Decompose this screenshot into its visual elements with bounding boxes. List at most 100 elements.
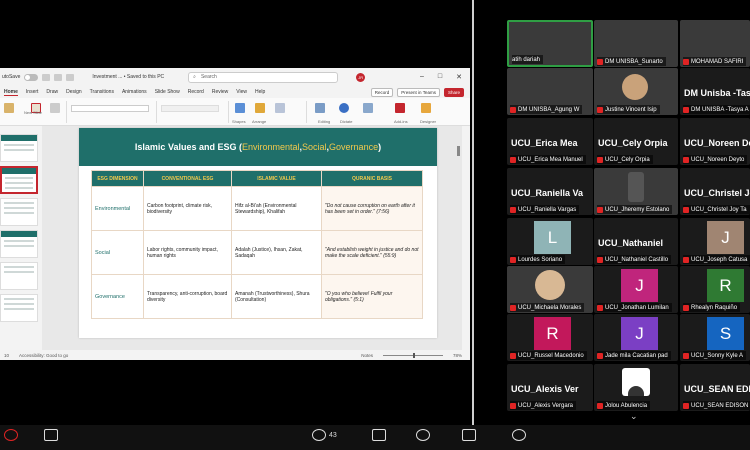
tab-view[interactable]: View	[236, 89, 247, 95]
tab-draw[interactable]: Draw	[46, 89, 58, 95]
redo-icon[interactable]	[66, 73, 75, 81]
participant-tile[interactable]: UCU_Noreen De UCU_Noreen Deyto	[680, 118, 750, 165]
participant-name-label: UCU_Sonny Kyle A	[683, 351, 747, 360]
record-button[interactable]: Record	[370, 87, 394, 97]
video-button[interactable]	[44, 429, 58, 441]
tab-transitions[interactable]: Transitions	[90, 89, 114, 95]
slide-thumbnail[interactable]	[0, 294, 38, 322]
participant-name: UCU_Michaela Morales	[518, 304, 582, 311]
undo-icon[interactable]	[54, 73, 63, 81]
tab-record[interactable]: Record	[188, 89, 204, 95]
tab-animations[interactable]: Animations	[122, 89, 147, 95]
participant-name: MOHAMAD SAFIRI	[691, 58, 744, 65]
participant-name: UCU_Russel Macedonio	[518, 352, 584, 359]
font-controls[interactable]	[70, 101, 150, 115]
cell-conventional: Transparency, anti-corruption, board div…	[143, 274, 232, 319]
close-icon[interactable]: ✕	[456, 73, 462, 81]
participant-tile[interactable]: UCU_SEAN EDIS UCU_SEAN EDISON	[680, 364, 750, 411]
more-button[interactable]	[512, 429, 526, 441]
slide-thumbnail[interactable]	[0, 262, 38, 290]
participant-tile[interactable]: R Rhealyn Raquiño	[680, 266, 750, 313]
tab-review[interactable]: Review	[212, 89, 228, 95]
autosave-toggle[interactable]	[24, 73, 39, 81]
default-avatar-icon	[622, 368, 650, 396]
addins-button[interactable]	[392, 101, 408, 115]
tab-slide-show[interactable]: Slide Show	[155, 89, 180, 95]
participant-tile[interactable]: J UCU_Joseph Catusa	[680, 218, 750, 265]
sensitivity-button[interactable]	[360, 101, 376, 115]
slide-canvas: Islamic Values and ESG (Environmental, S…	[42, 126, 462, 350]
participant-tile[interactable]: DM UNISBA_Agung W	[507, 68, 593, 115]
editing-button[interactable]	[312, 101, 328, 115]
paste-button[interactable]	[2, 101, 16, 115]
participant-tile[interactable]: J Jade mila Cacatian pad	[594, 314, 678, 361]
cell-islamic: Hifz al-Bi'ah (Environmental Stewardship…	[231, 186, 322, 231]
participant-name-label: DM UNISBA_Sunarto	[597, 57, 666, 66]
account-avatar[interactable]: JR	[356, 72, 366, 82]
participant-tile[interactable]: S UCU_Sonny Kyle A	[680, 314, 750, 361]
cell-dimension: Governance	[91, 274, 144, 319]
esg-table: ESG DIMENSION CONVENTIONAL ESG ISLAMIC V…	[91, 170, 423, 319]
participant-tile[interactable]: MOHAMAD SAFIRI	[680, 20, 750, 67]
participant-tile[interactable]: DM UNISBA_Sunarto	[594, 20, 678, 67]
shapes-button[interactable]	[232, 101, 248, 115]
share-button[interactable]: Share	[443, 87, 464, 97]
participant-name-label: Jade mila Cacatian pad	[597, 351, 671, 360]
share-screen-button[interactable]	[462, 429, 476, 441]
slide[interactable]: Islamic Values and ESG (Environmental, S…	[79, 128, 437, 338]
participant-tile[interactable]: R UCU_Russel Macedonio	[507, 314, 593, 361]
participant-tile[interactable]: L Lourdes Soriano	[507, 218, 593, 265]
designer-button[interactable]	[418, 101, 434, 115]
header-islamic-value: ISLAMIC VALUE	[231, 170, 322, 187]
present-in-teams-button[interactable]: Present in Teams	[397, 87, 440, 97]
accessibility-status[interactable]: Accessibility: Good to go	[19, 353, 68, 358]
tab-design[interactable]: Design	[66, 89, 82, 95]
tab-insert[interactable]: Insert	[26, 89, 39, 95]
slide-thumbnail-selected[interactable]	[0, 166, 38, 194]
participant-tile[interactable]: UCU_Nathaniel UCU_Nathaniel Castillo	[594, 218, 678, 265]
participant-name: Lourdes Soriano	[518, 256, 563, 263]
search-input[interactable]: ⌕ Search	[188, 71, 339, 83]
participant-name: UCU_Jheremy Estolano	[605, 206, 670, 213]
participant-tile[interactable]: J UCU_Jonathan Lumilan	[594, 266, 678, 313]
participant-tile[interactable]: UCU_Erica Mea UCU_Erica Mea Manuel	[507, 118, 593, 165]
tab-home[interactable]: Home	[4, 89, 18, 96]
participant-tile[interactable]: UCU_Cely Orpia UCU_Cely Orpia	[594, 118, 678, 165]
chat-button[interactable]	[372, 429, 386, 441]
vertical-scrollbar[interactable]	[457, 146, 460, 156]
quick-styles-button[interactable]	[272, 101, 288, 115]
layout-icon[interactable]	[50, 101, 60, 115]
slide-thumbnail[interactable]	[0, 134, 38, 162]
chevron-down-icon[interactable]: ⌄	[630, 411, 638, 422]
participant-tile[interactable]: UCU_Jheremy Estolano	[594, 168, 678, 215]
notes-button[interactable]: Notes	[361, 353, 373, 358]
participants-button[interactable]: 43	[312, 429, 337, 441]
zoom-level[interactable]: 78%	[453, 353, 462, 358]
participant-avatar: L	[534, 221, 571, 254]
participant-tile[interactable]: UCU_Michaela Morales	[507, 266, 593, 313]
participant-tile[interactable]: atih dariah	[507, 20, 593, 67]
save-icon[interactable]	[42, 73, 51, 81]
meeting-toolbar: 43	[0, 425, 750, 450]
participant-tile[interactable]: Jolou Abulencia	[594, 364, 678, 411]
table-row: Social Labor rights, community impact, h…	[91, 230, 423, 275]
participant-tile[interactable]: DM Unisba -Tas DM UNISBA -Tasya A	[680, 68, 750, 115]
dictate-button[interactable]	[336, 101, 352, 115]
arrange-button[interactable]	[252, 101, 268, 115]
participant-tile[interactable]: Justine Vincent Isip	[594, 68, 678, 115]
participant-tile[interactable]: UCU_Alexis Ver UCU_Alexis Vergara	[507, 364, 593, 411]
participant-name: UCU_Nathaniel Castillo	[605, 256, 669, 263]
slide-thumbnail[interactable]	[0, 198, 38, 226]
minimize-icon[interactable]: –	[420, 73, 424, 81]
participant-tile[interactable]: UCU_Christel Jo UCU_Christel Joy Ta	[680, 168, 750, 215]
react-button[interactable]	[416, 429, 430, 441]
participant-tile[interactable]: UCU_Raniella Va UCU_Raniella Vargas	[507, 168, 593, 215]
mic-muted-icon	[597, 256, 603, 263]
zoom-slider[interactable]	[382, 352, 443, 358]
tab-help[interactable]: Help	[255, 89, 265, 95]
panel-divider[interactable]	[472, 0, 474, 425]
maximize-icon[interactable]: □	[438, 73, 442, 81]
paragraph-controls[interactable]	[160, 101, 220, 115]
audio-button[interactable]	[4, 429, 18, 441]
slide-thumbnail[interactable]	[0, 230, 38, 258]
